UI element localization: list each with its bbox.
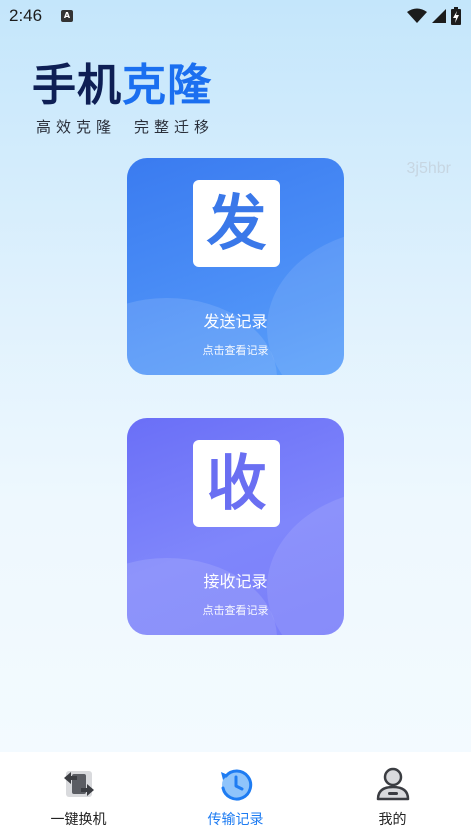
status-bar: 2:46 A (0, 0, 471, 32)
receive-card-title: 接收记录 (203, 572, 268, 591)
subtitle-right: 完整迁移 (134, 118, 215, 136)
nav-item-transfer-records[interactable]: 传输记录 (157, 752, 314, 839)
bottom-nav: 一键换机 传输记录 我的 (0, 752, 471, 839)
nav-label-transfer-records: 传输记录 (207, 812, 264, 828)
app-title-part1: 手机 (32, 60, 122, 111)
subtitle-left: 高效克隆 (36, 118, 117, 136)
switch-phone-icon (63, 771, 94, 797)
send-card-title: 发送记录 (203, 312, 268, 331)
history-icon (220, 769, 252, 801)
nav-item-switch-phone[interactable]: 一键换机 (0, 752, 157, 839)
notification-icon: A (61, 10, 73, 22)
nav-label-mine: 我的 (378, 812, 407, 828)
wifi-icon (407, 8, 427, 23)
send-records-card[interactable]: 发 发送记录 点击查看记录 (127, 158, 344, 375)
battery-charging-icon (451, 7, 461, 25)
receive-glyph: 收 (206, 448, 267, 519)
send-card-subtitle: 点击查看记录 (202, 344, 269, 357)
nav-item-mine[interactable]: 我的 (314, 752, 471, 839)
send-icon: 发 (193, 180, 280, 267)
status-icons (407, 6, 461, 26)
status-time: 2:46 (9, 6, 43, 25)
receive-icon: 收 (193, 440, 280, 527)
send-glyph: 发 (206, 188, 267, 259)
receive-records-card[interactable]: 收 接收记录 点击查看记录 (127, 418, 344, 635)
app-title: 手机克隆 (32, 60, 212, 112)
receive-card-subtitle: 点击查看记录 (202, 604, 269, 617)
watermark-text: 3j5hbr (406, 160, 451, 177)
app-title-part2: 克隆 (122, 60, 212, 111)
signal-icon (432, 9, 446, 23)
nav-label-switch-phone: 一键换机 (50, 812, 107, 828)
user-icon (376, 767, 409, 801)
app-subtitle: 高效克隆 完整迁移 (36, 116, 232, 137)
